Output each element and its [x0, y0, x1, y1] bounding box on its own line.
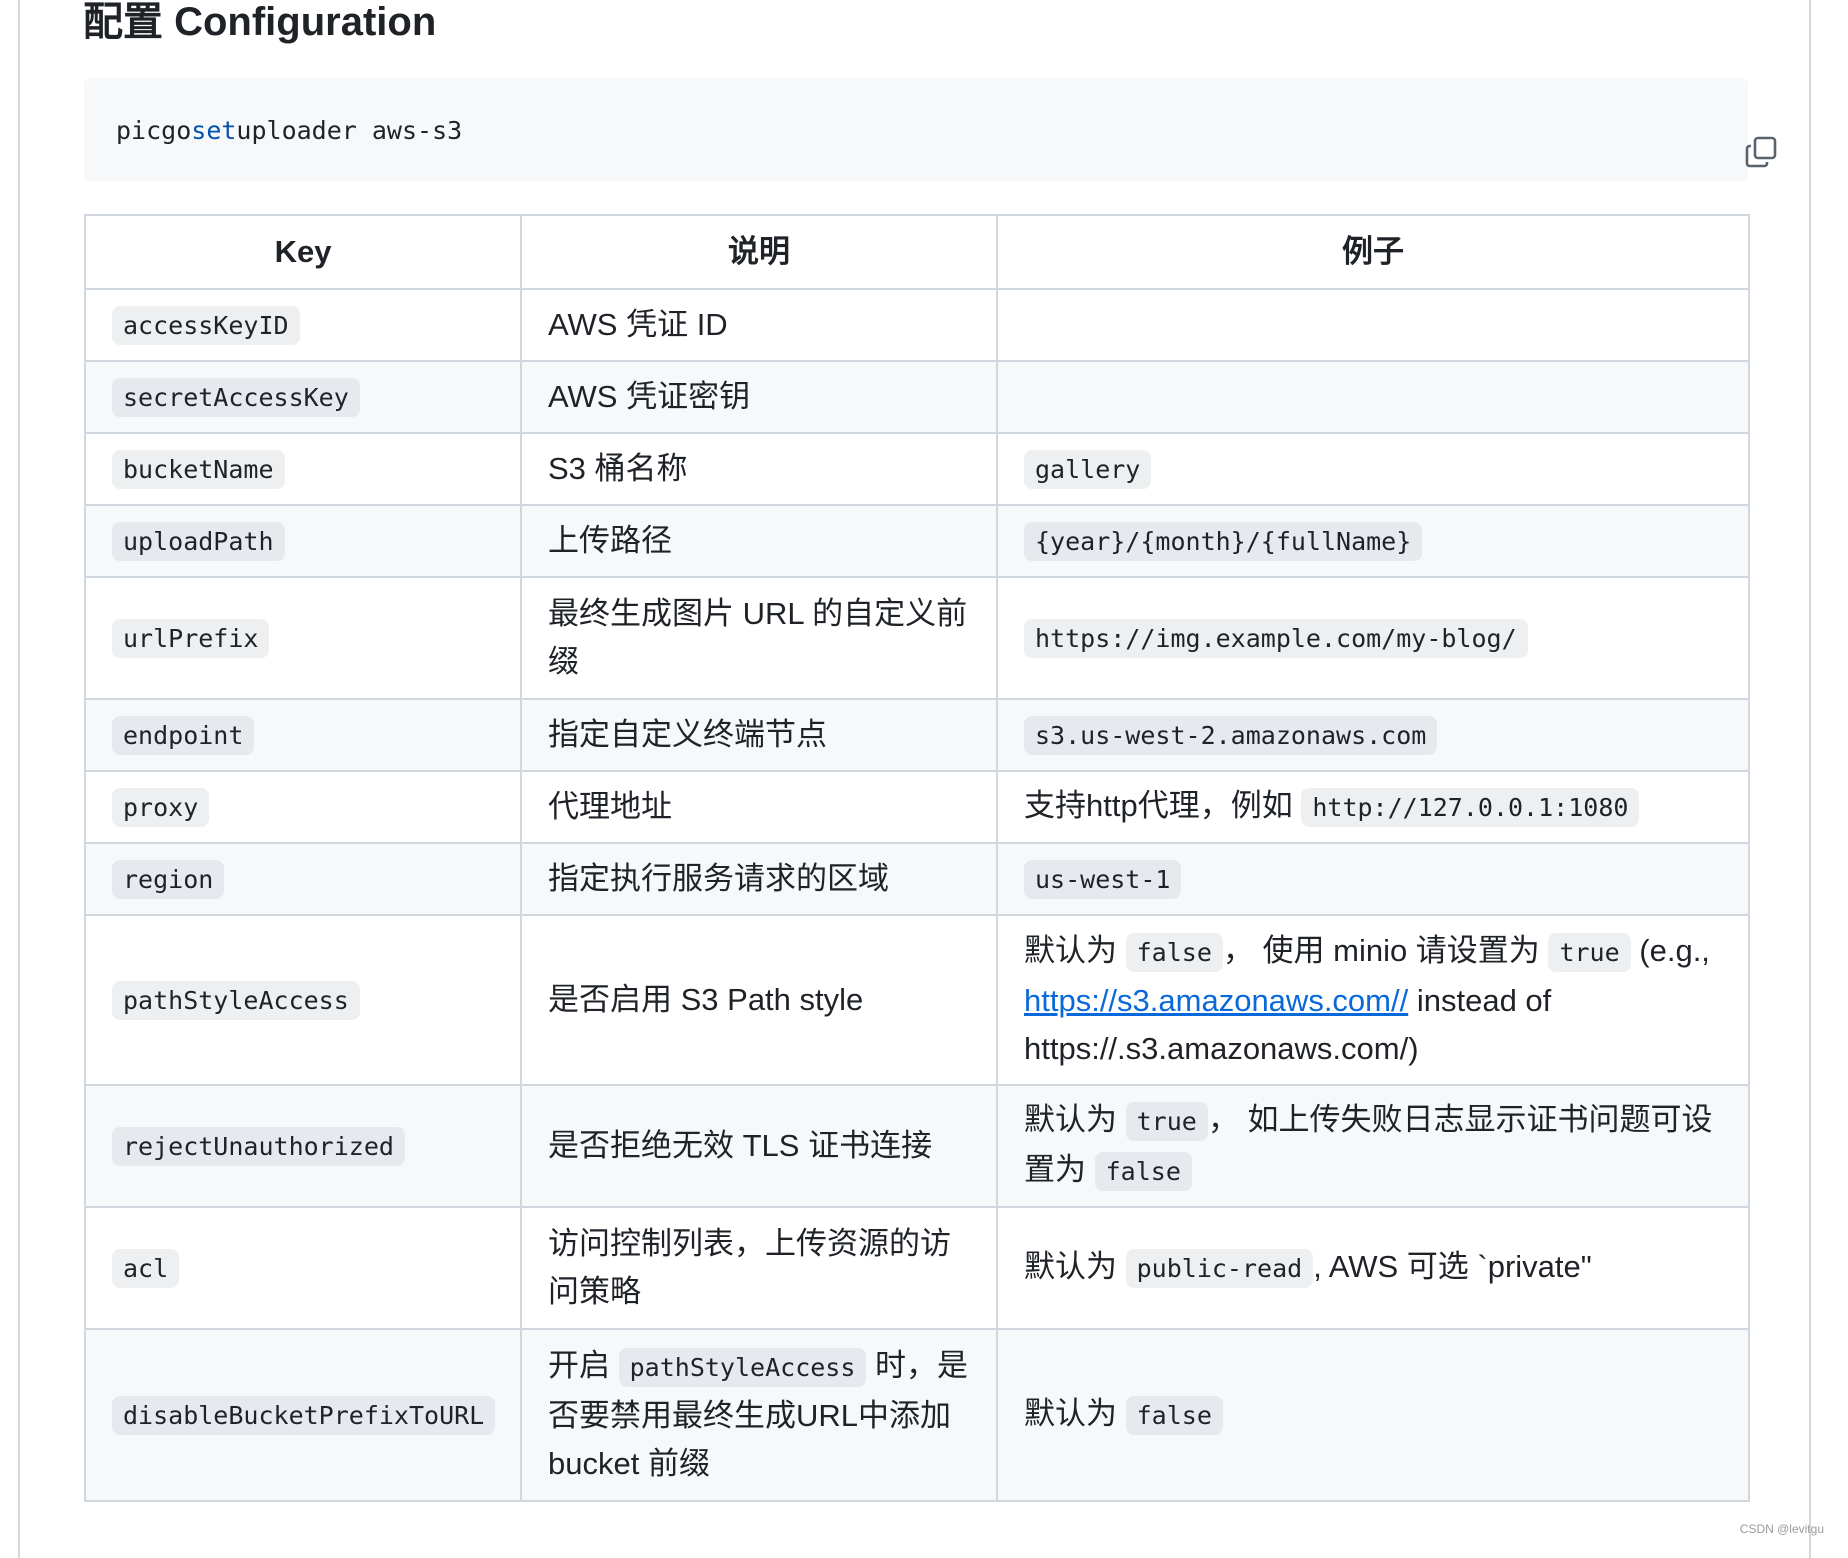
description-text: 开启	[548, 1348, 610, 1383]
table-row: proxy 代理地址 支持http代理，例如 http://127.0.0.1:…	[84, 770, 1750, 844]
description-cell: 是否拒绝无效 TLS 证书连接	[520, 1084, 998, 1208]
example-text: 默认为	[1024, 1249, 1117, 1284]
table-header-row: Key 说明 例子	[84, 214, 1750, 290]
description-cell: 开启 pathStyleAccess 时，是否要禁用最终生成URL中添加 buc…	[520, 1328, 998, 1502]
code-block: picgo set uploader aws-s3	[84, 78, 1777, 182]
key-cell: proxy	[84, 770, 522, 844]
table-row: region 指定执行服务请求的区域 us-west-1	[84, 842, 1750, 916]
example-cell: 支持http代理，例如 http://127.0.0.1:1080	[996, 770, 1750, 844]
table-row: rejectUnauthorized 是否拒绝无效 TLS 证书连接 默认为 t…	[84, 1084, 1750, 1208]
example-text: (e.g.,	[1639, 933, 1710, 968]
example-text: 默认为	[1024, 933, 1117, 968]
example-cell: gallery	[996, 432, 1750, 506]
description-cell: S3 桶名称	[520, 432, 998, 506]
key-code: region	[112, 860, 225, 899]
table-row: secretAccessKey AWS 凭证密钥	[84, 360, 1750, 434]
header-description: 说明	[520, 214, 998, 290]
table-row: urlPrefix 最终生成图片 URL 的自定义前缀 https://img.…	[84, 576, 1750, 700]
key-cell: secretAccessKey	[84, 360, 522, 434]
example-text: ， 使用 minio 请设置为	[1222, 933, 1540, 968]
key-code: disableBucketPrefixToURL	[112, 1396, 496, 1435]
copy-icon	[1745, 136, 1777, 168]
header-key: Key	[84, 214, 522, 290]
table-row: bucketName S3 桶名称 gallery	[84, 432, 1750, 506]
example-code: {year}/{month}/{fullName}	[1024, 522, 1423, 561]
table-row: endpoint 指定自定义终端节点 s3.us-west-2.amazonaw…	[84, 698, 1750, 772]
description-cell: 代理地址	[520, 770, 998, 844]
example-cell: 默认为 false	[996, 1328, 1750, 1502]
key-code: pathStyleAccess	[112, 981, 360, 1020]
example-cell: 默认为 true， 如上传失败日志显示证书问题可设置为 false	[996, 1084, 1750, 1208]
key-cell: pathStyleAccess	[84, 914, 522, 1086]
key-cell: bucketName	[84, 432, 522, 506]
example-text: 支持http代理，例如	[1024, 788, 1293, 823]
example-code: https://img.example.com/my-blog/	[1024, 619, 1528, 658]
code-args: uploader aws-s3	[236, 115, 463, 145]
example-cell: https://img.example.com/my-blog/	[996, 576, 1750, 700]
table-row: disableBucketPrefixToURL 开启 pathStyleAcc…	[84, 1328, 1750, 1502]
example-cell: us-west-1	[996, 842, 1750, 916]
key-code: accessKeyID	[112, 306, 300, 345]
key-cell: acl	[84, 1206, 522, 1330]
example-code: public-read	[1125, 1249, 1314, 1288]
table-row: accessKeyID AWS 凭证 ID	[84, 288, 1750, 362]
key-code: bucketName	[112, 450, 285, 489]
description-cell: 指定自定义终端节点	[520, 698, 998, 772]
example-text: 默认为	[1024, 1396, 1117, 1431]
description-cell: 上传路径	[520, 504, 998, 578]
key-cell: uploadPath	[84, 504, 522, 578]
key-code: endpoint	[112, 716, 255, 755]
example-code: false	[1094, 1152, 1192, 1191]
example-code: gallery	[1024, 450, 1152, 489]
key-cell: endpoint	[84, 698, 522, 772]
example-code: us-west-1	[1024, 860, 1182, 899]
key-cell: disableBucketPrefixToURL	[84, 1328, 522, 1502]
example-code: s3.us-west-2.amazonaws.com	[1024, 716, 1438, 755]
description-code: pathStyleAccess	[618, 1348, 867, 1387]
example-code: true	[1125, 1102, 1208, 1141]
page-title: 配置 Configuration	[83, 0, 437, 44]
header-example: 例子	[996, 214, 1750, 290]
example-cell	[996, 288, 1750, 362]
table-row: uploadPath 上传路径 {year}/{month}/{fullName…	[84, 504, 1750, 578]
key-code: uploadPath	[112, 522, 285, 561]
description-cell: 最终生成图片 URL 的自定义前缀	[520, 576, 998, 700]
key-cell: region	[84, 842, 522, 916]
copy-button[interactable]	[1684, 106, 1777, 168]
table-row: acl 访问控制列表，上传资源的访问策略 默认为 public-read, AW…	[84, 1206, 1750, 1330]
watermark: CSDN @levitgu	[1739, 1522, 1824, 1536]
key-code: rejectUnauthorized	[112, 1127, 405, 1166]
key-cell: urlPrefix	[84, 576, 522, 700]
example-cell: 默认为 public-read, AWS 可选 `private"	[996, 1206, 1750, 1330]
description-cell: 是否启用 S3 Path style	[520, 914, 998, 1086]
code-command: picgo	[116, 115, 192, 145]
example-cell: s3.us-west-2.amazonaws.com	[996, 698, 1750, 772]
example-cell	[996, 360, 1750, 434]
key-code: urlPrefix	[112, 619, 270, 658]
example-code: http://127.0.0.1:1080	[1301, 788, 1640, 827]
key-cell: rejectUnauthorized	[84, 1084, 522, 1208]
key-code: secretAccessKey	[112, 378, 360, 417]
code-keyword: set	[191, 115, 237, 145]
description-cell: 指定执行服务请求的区域	[520, 842, 998, 916]
example-link[interactable]: https://s3.amazonaws.com//	[1024, 983, 1408, 1018]
config-table: Key 说明 例子 accessKeyID AWS 凭证 ID secretAc…	[84, 214, 1750, 1502]
table-row: pathStyleAccess 是否启用 S3 Path style 默认为 f…	[84, 914, 1750, 1086]
key-cell: accessKeyID	[84, 288, 522, 362]
description-cell: AWS 凭证密钥	[520, 360, 998, 434]
example-code: false	[1125, 933, 1223, 972]
example-code: true	[1548, 933, 1631, 972]
key-code: proxy	[112, 788, 210, 827]
example-code: false	[1125, 1396, 1223, 1435]
description-cell: 访问控制列表，上传资源的访问策略	[520, 1206, 998, 1330]
example-text: 默认为	[1024, 1102, 1117, 1137]
example-text: , AWS 可选 `private"	[1313, 1249, 1592, 1284]
key-code: acl	[112, 1249, 180, 1288]
example-cell: 默认为 false， 使用 minio 请设置为 true (e.g., htt…	[996, 914, 1750, 1086]
example-cell: {year}/{month}/{fullName}	[996, 504, 1750, 578]
description-cell: AWS 凭证 ID	[520, 288, 998, 362]
